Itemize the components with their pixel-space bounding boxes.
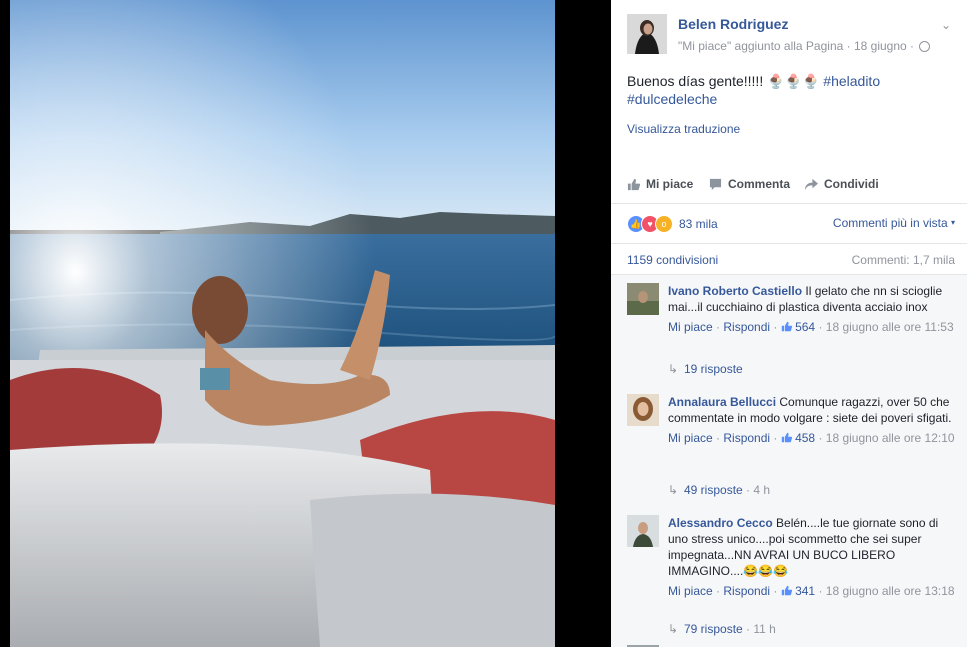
view-replies-link[interactable]: ↳ 49 risposte · 4 h [668,483,770,497]
share-label: Condividi [824,177,879,191]
comment-body: Annalaura Bellucci Comunque ragazzi, ove… [668,394,957,446]
reply-arrow-icon: ↳ [668,362,679,376]
avatar-image [627,515,659,547]
author-name[interactable]: Belen Rodriguez [678,16,788,32]
comment-like-count[interactable]: 564 [795,320,815,334]
reactions-count: 83 mila [679,217,718,231]
thumbs-up-icon [781,585,792,596]
comment-reply-link[interactable]: Rispondi [723,431,770,445]
photo-illustration [10,0,555,647]
comment-body: Ivano Roberto Castiello Il gelato che nn… [668,283,957,335]
hashtag-heladito[interactable]: #heladito [823,73,880,89]
avatar-image [627,394,659,426]
globe-icon [919,41,931,53]
comment-reply-link[interactable]: Rispondi [723,320,770,334]
divider [611,243,967,244]
comment-time: · 18 giugno alle ore 13:18 [815,584,955,598]
avatar-image [627,283,659,315]
comment-icon [709,178,722,190]
commenter-name[interactable]: Ivano Roberto Castiello [668,284,802,298]
comments-count: Commenti: 1,7 mila [851,253,955,267]
comment-button[interactable]: Commenta [709,177,790,191]
commenter-name[interactable]: Alessandro Cecco [668,516,773,530]
shares-count[interactable]: 1159 condivisioni [627,253,718,267]
post-photo[interactable] [10,0,555,647]
see-translation-link[interactable]: Visualizza traduzione [627,122,740,136]
replies-time: · 11 h [742,622,776,636]
share-button[interactable]: Condividi [805,177,879,191]
commenter-avatar[interactable] [627,515,659,547]
comment-like-link[interactable]: Mi piace [668,584,713,598]
post-meta: "Mi piace" aggiunto alla Pagina · 18 giu… [678,39,931,53]
replies-count: 19 risposte [684,362,743,376]
comment-sort-label: Commenti più in vista [832,216,948,230]
comment-time: · 18 giugno alle ore 12:10 [815,431,955,445]
post-header: Belen Rodriguez "Mi piace" aggiunto alla… [627,14,955,58]
reply-arrow-icon: ↳ [668,622,679,636]
comment-like-link[interactable]: Mi piace [668,320,713,334]
like-label: Mi piace [646,177,694,191]
avatar-image [627,14,667,54]
replies-count: 79 risposte [684,622,743,636]
post-text: Buenos días gente!!!!! 🍨🍨🍨 #heladito #du… [627,72,947,108]
comment-reply-link[interactable]: Rispondi [723,584,770,598]
comment-actions: Mi piace · Rispondi · 458 · 18 giugno al… [668,431,955,445]
comments-list: Ivano Roberto Castiello Il gelato che nn… [611,275,967,647]
caret-down-icon: ▾ [950,218,955,227]
comment-actions: Mi piace · Rispondi · 564 · 18 giugno al… [668,320,954,334]
replies-count: 49 risposte [684,483,743,497]
divider [611,203,967,204]
commenter-avatar[interactable] [627,394,659,426]
comment-like-count[interactable]: 458 [795,431,815,445]
post-body: Buenos días gente!!!!! 🍨🍨🍨 [627,73,824,89]
wow-reaction-icon: o [655,215,673,233]
thumbs-up-icon [627,178,640,190]
reactions-summary[interactable]: 👍 ♥ o 83 mila [627,213,718,235]
thumbs-up-icon [781,432,792,443]
comment-body: Alessandro Cecco Belén....le tue giornat… [668,515,957,599]
replies-time: · 4 h [742,483,771,497]
comment-label: Commenta [728,177,791,191]
post-actions: Mi piace Commenta Condividi [627,177,957,197]
commenter-avatar[interactable] [627,283,659,315]
chevron-down-icon[interactable]: ⌄ [941,18,951,32]
comment-sort-dropdown[interactable]: Commenti più in vista ▾ [833,216,955,230]
comment-actions: Mi piace · Rispondi · 341 · 18 giugno al… [668,584,955,598]
hashtag-dulcedeleche[interactable]: #dulcedeleche [627,91,717,107]
comment-like-count[interactable]: 341 [795,584,815,598]
reply-arrow-icon: ↳ [668,483,679,497]
like-button[interactable]: Mi piace [627,177,693,191]
commenter-name[interactable]: Annalaura Bellucci [668,395,776,409]
thumbs-up-icon [781,321,792,332]
comment-time: · 18 giugno alle ore 11:53 [815,320,954,334]
share-arrow-icon [805,178,818,190]
comment-like-link[interactable]: Mi piace [668,431,713,445]
view-replies-link[interactable]: ↳ 19 risposte [668,362,743,376]
photo-viewer [0,0,611,647]
post-sidebar: Belen Rodriguez "Mi piace" aggiunto alla… [611,0,967,647]
view-replies-link[interactable]: ↳ 79 risposte · 11 h [668,622,776,636]
post-meta-text: "Mi piace" aggiunto alla Pagina · 18 giu… [678,39,915,53]
author-avatar[interactable] [627,14,667,54]
